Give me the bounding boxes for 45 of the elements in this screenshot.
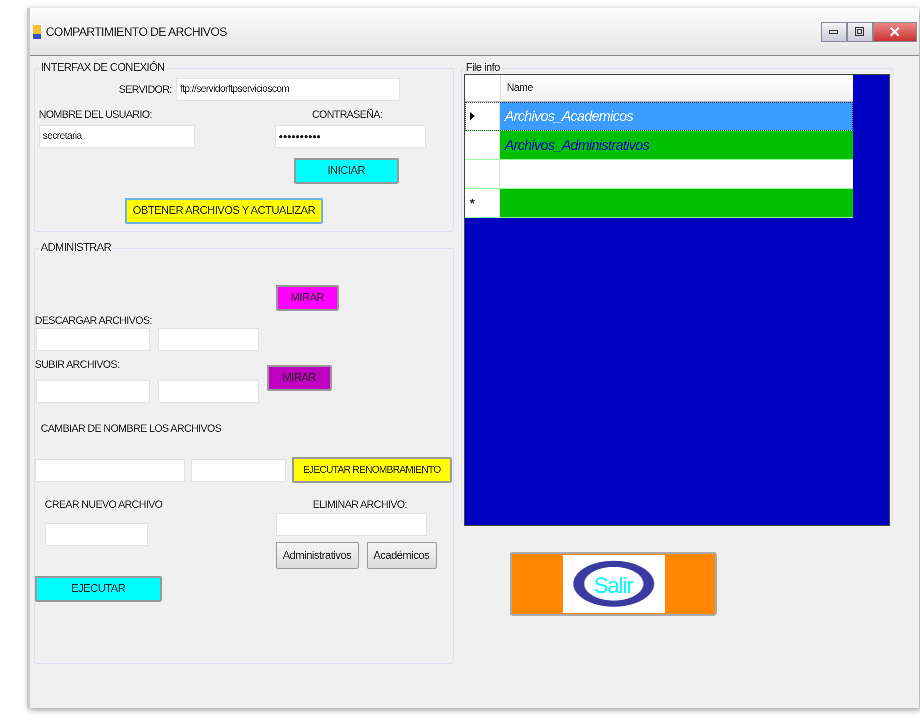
name-cell-text: Archivos_Administrativos <box>504 136 650 155</box>
execute-button[interactable]: EJECUTAR <box>35 576 162 602</box>
folder-button[interactable]: Administrativos <box>276 542 359 569</box>
rename-label: CAMBIAR DE NOMBRE LOS ARCHIVOS <box>41 423 222 435</box>
download-label: DESCARGAR ARCHIVOS: <box>35 315 152 327</box>
minimize-icon <box>829 29 839 35</box>
new-row-marker: * <box>470 196 475 210</box>
start-button[interactable]: INICIAR <box>294 158 399 184</box>
maximize-button[interactable] <box>847 22 873 42</box>
group-title: INTERFAX DE CONEXIÓN <box>40 62 166 74</box>
input-field[interactable] <box>36 380 150 403</box>
password-field[interactable]: •••••••••• <box>275 125 426 148</box>
server-label: SERVIDOR: <box>119 84 172 96</box>
grid-row[interactable]: * <box>465 189 853 218</box>
current-row-icon <box>470 112 475 120</box>
browse-button[interactable]: MIRAR <box>276 285 340 311</box>
app-icon <box>33 24 41 38</box>
server-field[interactable]: ftp://servidorftpservicioscom <box>176 78 400 101</box>
input-field[interactable] <box>191 458 286 482</box>
delete-file-label: ELIMINAR ARCHIVO: <box>313 499 408 511</box>
close-icon <box>890 27 900 37</box>
password-label: CONTRASEÑA: <box>312 109 383 121</box>
input-field[interactable] <box>158 328 259 351</box>
rename-button[interactable]: EJECUTAR RENOMBRAMIENTO <box>292 457 452 483</box>
username-label: NOMBRE DEL USUARIO: <box>39 109 152 121</box>
group-title: ADMINISTRAR <box>40 242 112 254</box>
group-title: File info <box>465 62 502 74</box>
input-field[interactable] <box>158 380 259 403</box>
name-cell-text: Archivos_Academicos <box>504 107 634 126</box>
create-file-label: CREAR NUEVO ARCHIVO <box>45 499 163 511</box>
input-field[interactable] <box>45 523 148 546</box>
close-button[interactable] <box>873 22 917 42</box>
input-field[interactable] <box>36 328 150 351</box>
input-field[interactable] <box>35 458 185 482</box>
username-field[interactable]: secretaria <box>39 125 195 148</box>
maximize-icon <box>855 27 865 37</box>
fetch-files-button[interactable]: OBTENER ARCHIVOS Y ACTUALIZAR <box>125 198 324 224</box>
window-title: COMPARTIMIENTO DE ARCHIVOS <box>46 24 228 38</box>
input-field[interactable] <box>276 513 427 536</box>
minimize-button[interactable] <box>821 22 847 42</box>
grid-row[interactable] <box>465 160 853 189</box>
grid-row[interactable]: Archivos_Administrativos <box>465 131 853 160</box>
upload-label: SUBIR ARCHIVOS: <box>35 359 120 371</box>
folder-button[interactable]: Académicos <box>366 542 436 569</box>
row-header <box>465 131 500 159</box>
